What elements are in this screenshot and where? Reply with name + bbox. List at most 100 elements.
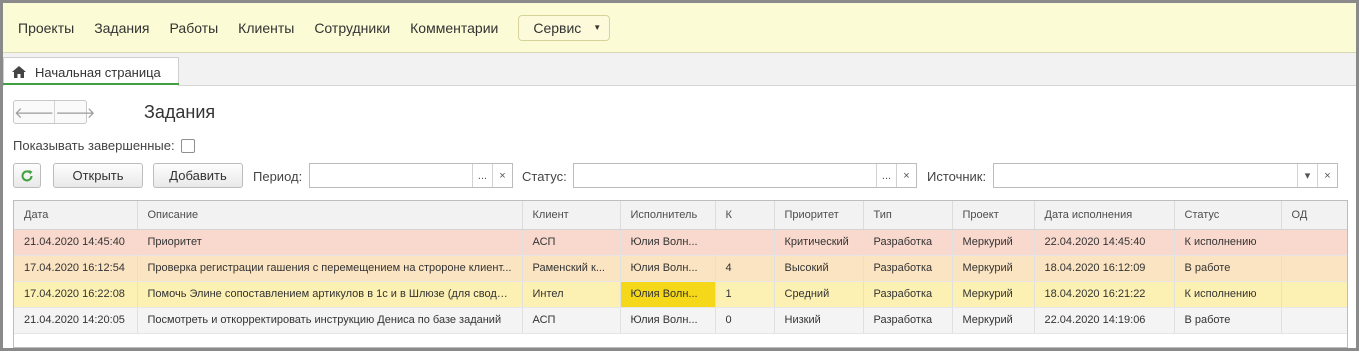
- page-title: Задания: [144, 102, 216, 122]
- cell-project: Меркурий: [952, 229, 1035, 256]
- service-menu-label: Сервис: [533, 19, 582, 36]
- home-icon: [12, 66, 26, 78]
- cell-status: К исполнению: [1174, 281, 1282, 308]
- cell-description: Приоритет: [137, 229, 523, 256]
- period-input[interactable]: [310, 164, 472, 187]
- column-header-type[interactable]: Тип: [863, 201, 953, 230]
- table-row[interactable]: 17.04.2020 16:22:08 Помочь Элине сопостав…: [14, 281, 1347, 308]
- cell-date: 21.04.2020 14:20:05: [14, 307, 138, 334]
- status-clear-icon[interactable]: ×: [896, 164, 916, 187]
- status-label: Статус:: [522, 169, 567, 184]
- column-header-executor[interactable]: Исполнитель: [620, 201, 716, 230]
- cell-executor: Юлия Волн...: [620, 229, 716, 256]
- table-row[interactable]: 21.04.2020 14:45:40 Приоритет АСП Юлия Волн…: [14, 229, 1347, 256]
- nav-tasks[interactable]: Задания: [94, 20, 149, 36]
- cell-priority: Критический: [774, 229, 864, 256]
- cell-executor: Юлия Волн...: [620, 281, 716, 308]
- cell-client: АСП: [522, 229, 621, 256]
- cell-type: Разработка: [863, 229, 953, 256]
- period-label: Период:: [253, 169, 303, 184]
- open-button[interactable]: Открыть: [53, 163, 143, 188]
- cell-project: Меркурий: [952, 307, 1035, 334]
- cell-status: В работе: [1174, 307, 1282, 334]
- cell-description: Помочь Элине сопоставлением артикулов в …: [137, 281, 523, 308]
- cell-type: Разработка: [863, 281, 953, 308]
- cell-od: [1281, 281, 1347, 308]
- history-navigation: 🡐 🡒: [13, 100, 95, 124]
- column-header-date[interactable]: Дата: [14, 201, 138, 230]
- source-input[interactable]: [994, 164, 1297, 187]
- status-input[interactable]: [574, 164, 876, 187]
- column-header-priority[interactable]: Приоритет: [774, 201, 864, 230]
- status-field: ... ×: [573, 163, 917, 188]
- source-field: ▾ ×: [993, 163, 1338, 188]
- table-row[interactable]: 21.04.2020 14:20:05 Посмотреть и откоррек…: [14, 307, 1347, 334]
- column-header-project[interactable]: Проект: [952, 201, 1035, 230]
- source-label: Источник:: [927, 169, 987, 184]
- cell-status: К исполнению: [1174, 229, 1282, 256]
- cell-date: 17.04.2020 16:22:08: [14, 281, 138, 308]
- cell-project: Меркурий: [952, 255, 1035, 282]
- tab-home[interactable]: Начальная страница: [3, 57, 179, 86]
- app-window: Проекты Задания Работы Клиенты Сотрудник…: [3, 3, 1356, 348]
- nav-comments[interactable]: Комментарии: [410, 20, 498, 36]
- cell-date: 21.04.2020 14:45:40: [14, 229, 138, 256]
- cell-type: Разработка: [863, 307, 953, 334]
- tasks-table: Дата Описание Клиент Исполнитель К Приоритет Т…: [13, 200, 1348, 348]
- table-row[interactable]: 17.04.2020 16:12:54 Проверка регистрации …: [14, 255, 1347, 282]
- column-header-description[interactable]: Описание: [137, 201, 523, 230]
- service-menu-button[interactable]: Сервис ▼: [518, 14, 611, 41]
- cell-od: [1281, 307, 1347, 334]
- show-completed-checkbox[interactable]: [180, 138, 195, 153]
- tab-home-label: Начальная страница: [35, 64, 161, 80]
- refresh-button[interactable]: [13, 163, 41, 188]
- add-button[interactable]: Добавить: [153, 163, 243, 188]
- chevron-down-icon: ▼: [593, 23, 602, 32]
- nav-employees[interactable]: Сотрудники: [314, 20, 390, 36]
- cell-due-date: 18.04.2020 16:21:22: [1034, 281, 1175, 308]
- cell-project: Меркурий: [952, 281, 1035, 308]
- show-completed-label: Показывать завершенные:: [13, 138, 175, 153]
- table-header-row: Дата Описание Клиент Исполнитель К Приоритет Т…: [14, 201, 1347, 230]
- cell-k: 1: [715, 281, 775, 308]
- tab-bar: Начальная страница: [3, 53, 1356, 86]
- column-header-k[interactable]: К: [715, 201, 775, 230]
- nav-projects[interactable]: Проекты: [18, 20, 74, 36]
- nav-works[interactable]: Работы: [170, 20, 219, 36]
- refresh-icon: [21, 169, 33, 181]
- cell-client: Интел: [522, 281, 621, 308]
- cell-k: 4: [715, 255, 775, 282]
- cell-priority: Низкий: [774, 307, 864, 334]
- cell-status: В работе: [1174, 255, 1282, 282]
- cell-description: Проверка регистрации гашения с перемещен…: [137, 255, 523, 282]
- column-header-client[interactable]: Клиент: [522, 201, 621, 230]
- period-select-button[interactable]: ...: [472, 164, 492, 187]
- column-header-status[interactable]: Статус: [1174, 201, 1282, 230]
- cell-od: [1281, 229, 1347, 256]
- cell-date: 17.04.2020 16:12:54: [14, 255, 138, 282]
- cell-priority: Средний: [774, 281, 864, 308]
- period-clear-icon[interactable]: ×: [492, 164, 512, 187]
- period-field: ... ×: [309, 163, 513, 188]
- toolbar: Открыть Добавить Период: ... × Статус: .…: [13, 163, 1348, 189]
- top-navigation: Проекты Задания Работы Клиенты Сотрудник…: [3, 3, 1356, 53]
- cell-due-date: 18.04.2020 16:12:09: [1034, 255, 1175, 282]
- nav-clients[interactable]: Клиенты: [238, 20, 294, 36]
- cell-od: [1281, 255, 1347, 282]
- show-completed-filter: Показывать завершенные:: [13, 138, 195, 153]
- back-arrow-icon[interactable]: 🡐: [14, 101, 56, 123]
- cell-client: Раменский к...: [522, 255, 621, 282]
- column-header-od[interactable]: ОД: [1281, 201, 1347, 230]
- cell-description: Посмотреть и откорректировать инструкцию…: [137, 307, 523, 334]
- cell-executor: Юлия Волн...: [620, 307, 716, 334]
- status-select-button[interactable]: ...: [876, 164, 896, 187]
- source-clear-icon[interactable]: ×: [1317, 164, 1337, 187]
- active-tab-indicator: [3, 83, 179, 85]
- column-header-due-date[interactable]: Дата исполнения: [1034, 201, 1175, 230]
- forward-arrow-icon[interactable]: 🡒: [55, 101, 95, 123]
- cell-client: АСП: [522, 307, 621, 334]
- source-dropdown-icon[interactable]: ▾: [1297, 164, 1317, 187]
- cell-k: 0: [715, 307, 775, 334]
- cell-executor: Юлия Волн...: [620, 255, 716, 282]
- cell-k: [715, 229, 775, 256]
